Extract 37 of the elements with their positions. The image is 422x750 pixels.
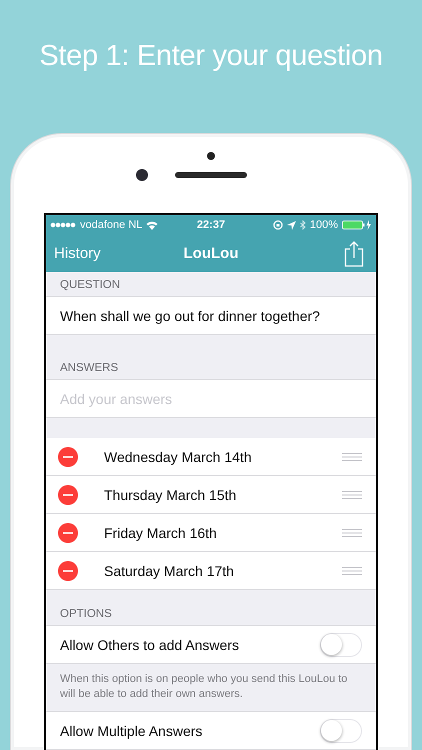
speaker-icon	[175, 172, 247, 178]
battery-percent: 100%	[310, 219, 338, 231]
section-header: QUESTION	[60, 279, 120, 291]
reorder-icon[interactable]	[342, 528, 362, 536]
answer-label: Thursday March 15th	[104, 486, 238, 502]
question-field[interactable]: When shall we go out for dinner together?	[46, 297, 376, 335]
clock-time: 22:37	[196, 219, 226, 231]
section-header: OPTIONS	[60, 608, 112, 620]
delete-icon[interactable]	[58, 560, 78, 580]
delete-icon[interactable]	[58, 522, 78, 542]
option-label: Allow Others to add Answers	[60, 636, 239, 652]
section-header: ANSWERS	[60, 362, 118, 374]
option-toggle[interactable]	[320, 632, 362, 656]
location-icon	[286, 220, 296, 230]
camera-icon	[136, 169, 148, 181]
bluetooth-icon	[300, 220, 306, 230]
signal-icon	[50, 222, 76, 228]
option-label: Allow Multiple Answers	[60, 722, 202, 738]
wifi-icon	[146, 220, 158, 230]
screen-title: LouLou	[184, 245, 238, 262]
answer-input-field[interactable]: Add your answers	[46, 380, 376, 418]
share-icon[interactable]	[344, 240, 364, 266]
answer-label: Saturday March 17th	[104, 562, 235, 578]
delete-icon[interactable]	[58, 484, 78, 504]
rotation-lock-icon	[272, 220, 283, 230]
answer-label: Wednesday March 14th	[104, 448, 253, 464]
carrier-name: vodafone NL	[80, 219, 142, 231]
reorder-icon[interactable]	[342, 490, 362, 498]
battery-icon	[342, 220, 372, 230]
delete-icon[interactable]	[58, 446, 78, 466]
sensor-icon	[207, 152, 215, 160]
reorder-icon[interactable]	[342, 452, 362, 460]
option-note: When this option is on people who you send this LouLou to will be able to add their own answers.	[60, 673, 348, 700]
option-toggle[interactable]	[320, 718, 362, 742]
answer-label: Friday March 16th	[104, 524, 218, 540]
reorder-icon[interactable]	[342, 566, 362, 574]
headline: Step 1: Enter your question	[39, 40, 383, 74]
